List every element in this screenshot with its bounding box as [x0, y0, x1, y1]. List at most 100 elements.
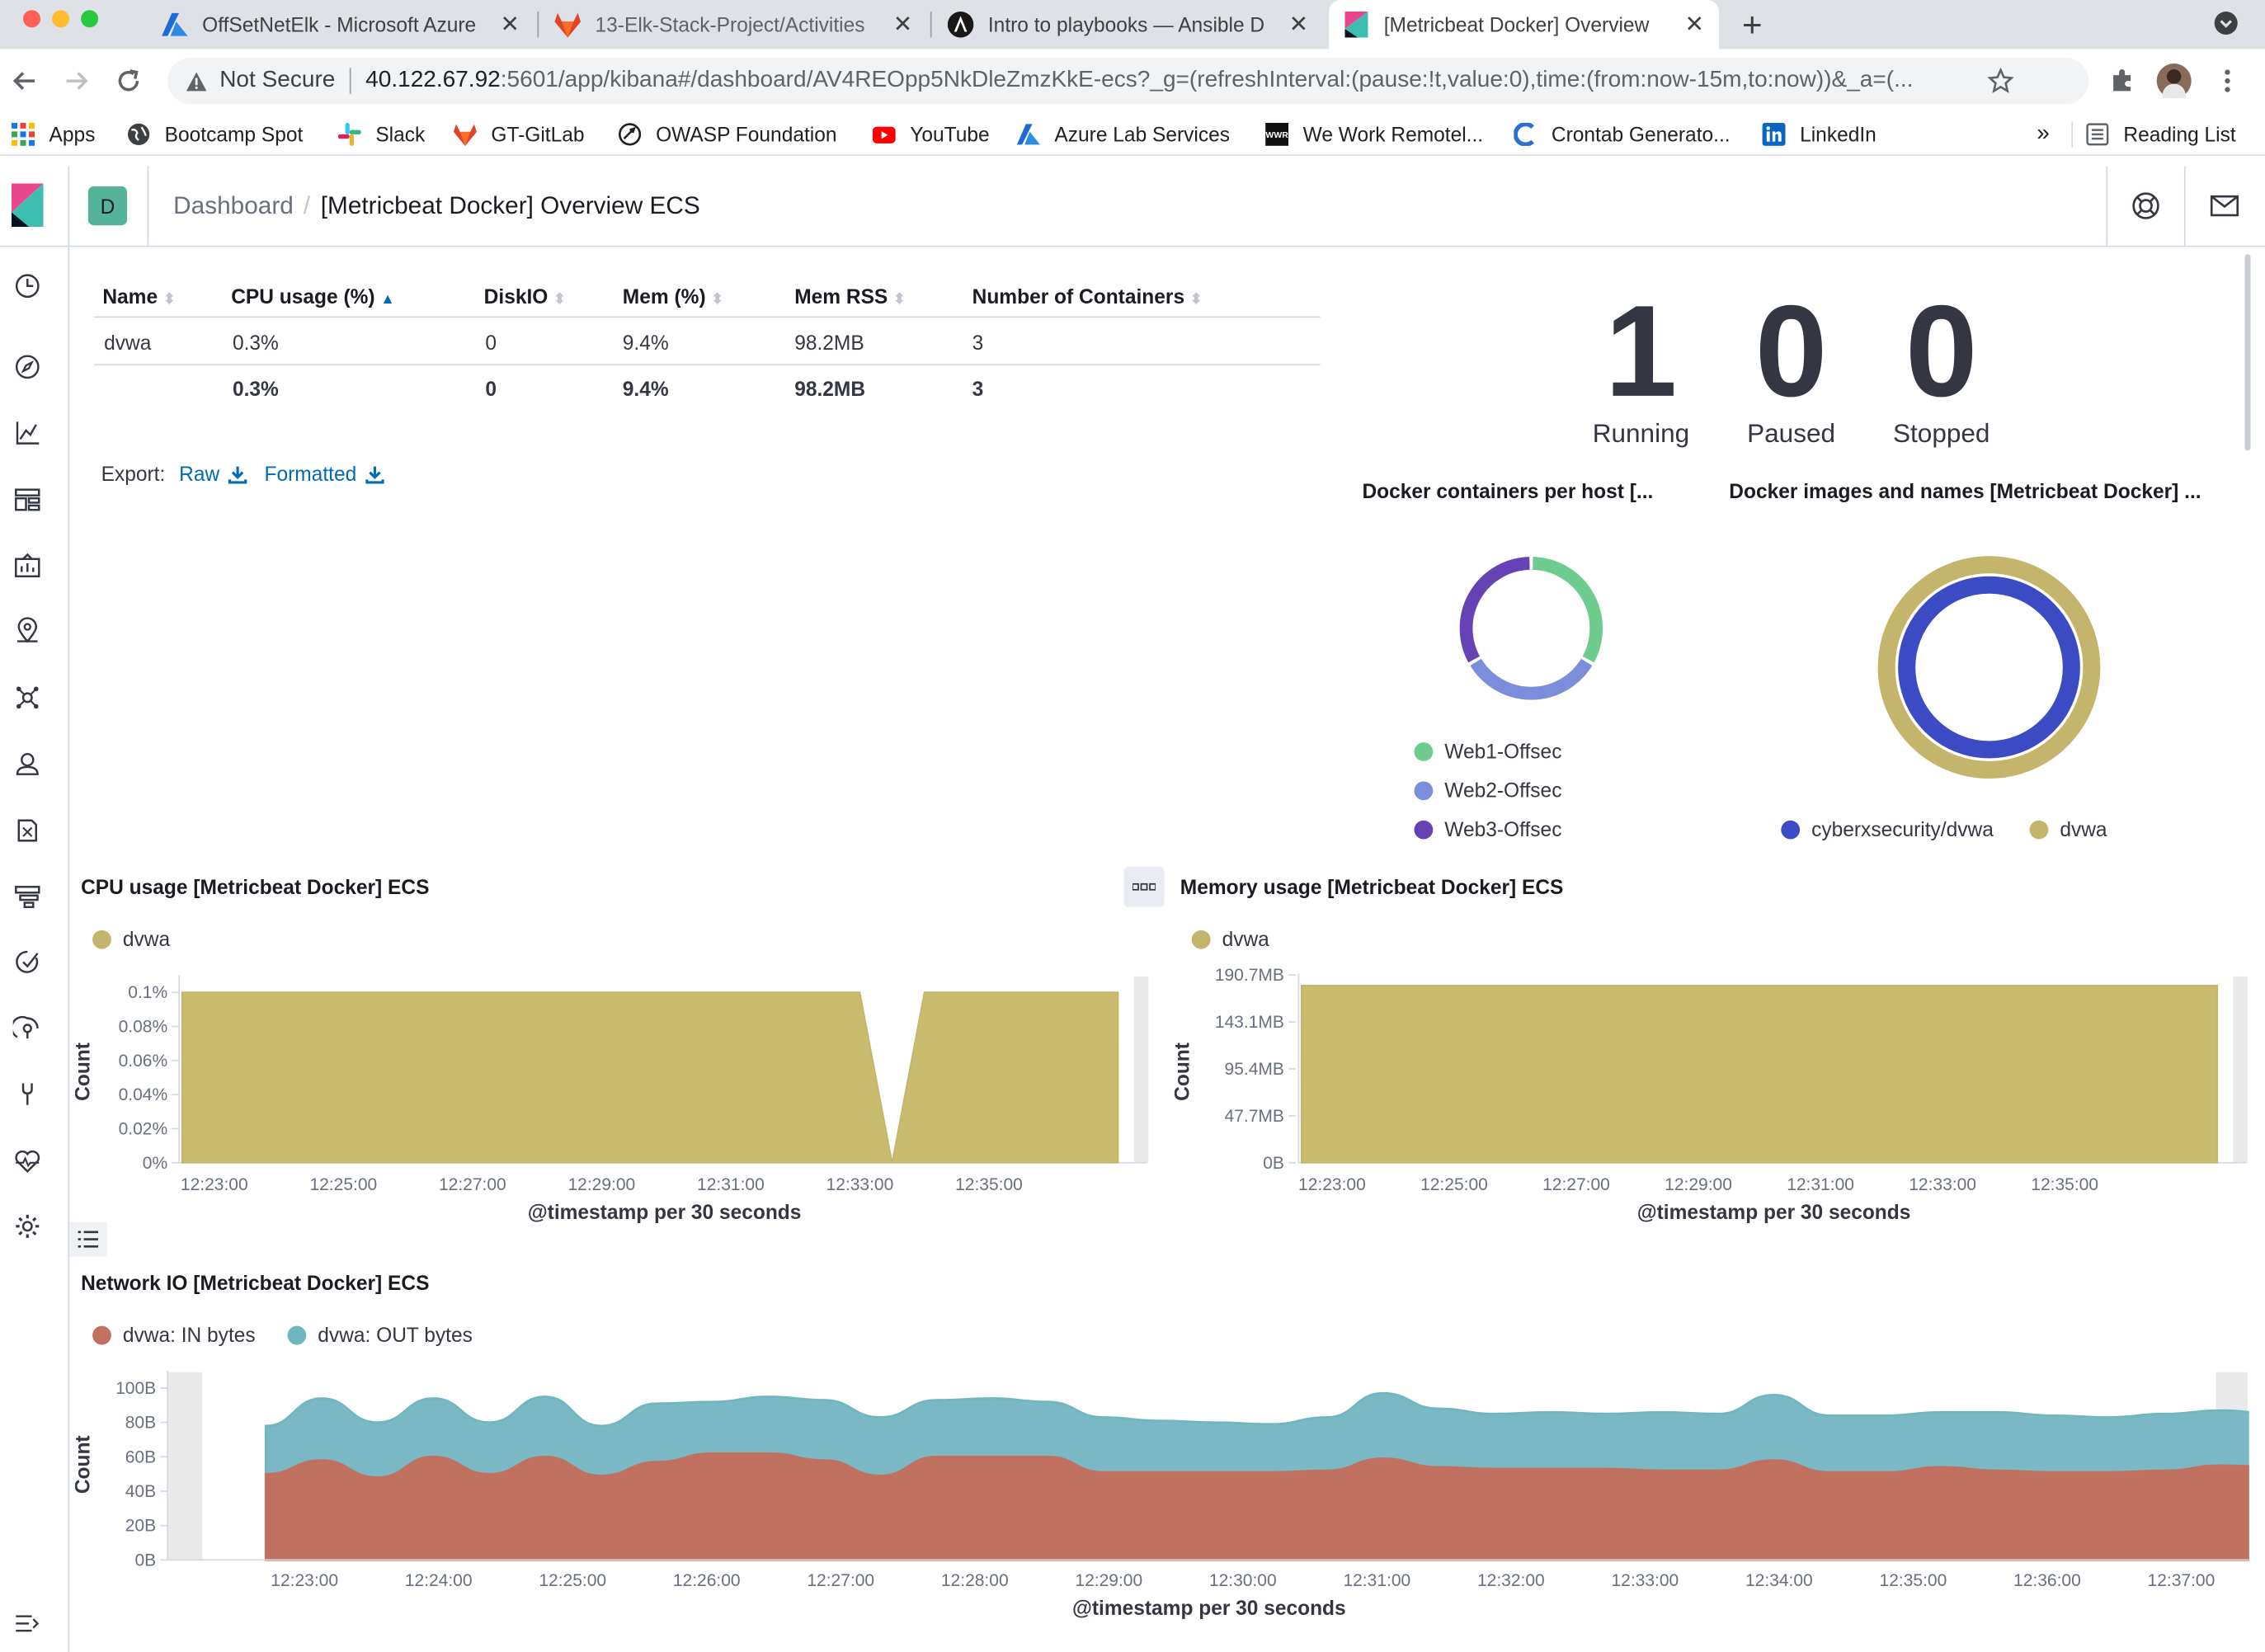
- images-and-names-title: Docker images and names [Metricbeat Dock…: [1729, 479, 2201, 503]
- export-formatted-link[interactable]: Formatted: [264, 462, 384, 485]
- page-scrollbar[interactable]: [2244, 254, 2251, 451]
- column-header-cpu[interactable]: CPU usage (%) ▲: [231, 285, 395, 308]
- back-arrow-icon[interactable]: [12, 68, 38, 94]
- kibana-logo[interactable]: [12, 183, 44, 227]
- legend-item[interactable]: cyberxsecurity/dvwa: [1781, 817, 1994, 840]
- recently-viewed-clock-icon[interactable]: [13, 271, 42, 300]
- memory-usage-chart[interactable]: 0B 47.7MB 95.4MB 143.1MB 190.7MB 12:23:00 12:…: [1175, 956, 2261, 1236]
- dev-tools-wrench-icon[interactable]: [13, 1080, 42, 1109]
- close-tab-icon[interactable]: ✕: [497, 10, 523, 39]
- security-label[interactable]: Not Secure: [219, 68, 335, 94]
- containers-per-host-donut[interactable]: [1452, 548, 1611, 708]
- browser-toolbar: Not Secure 40.122.67.92 :5601/app/kibana…: [0, 49, 2265, 113]
- management-gear-icon[interactable]: [13, 1212, 42, 1240]
- bookmark-label: Crontab Generato...: [1551, 122, 1731, 146]
- bookmark-apps[interactable]: Apps: [12, 113, 95, 157]
- legend-item[interactable]: dvwa: [2029, 817, 2107, 840]
- newsfeed-mail-icon[interactable]: [2210, 195, 2239, 217]
- x-tick-label: 12:35:00: [1880, 1571, 1947, 1590]
- bookmark-linkedin[interactable]: LinkedIn: [1762, 113, 1877, 157]
- column-header-diskio[interactable]: DiskIO ⬍: [484, 285, 566, 308]
- bookmark-owasp[interactable]: OWASP Foundation: [618, 113, 837, 157]
- bookmark-slack[interactable]: Slack: [337, 113, 425, 157]
- close-tab-icon[interactable]: ✕: [1681, 10, 1707, 39]
- cell-containers: 3: [972, 331, 984, 355]
- cpu-usage-chart[interactable]: 0% 0.02% 0.04% 0.06% 0.08% 0.1% 12:23:00 12:25…: [75, 967, 1161, 1236]
- star-icon[interactable]: [1988, 68, 2015, 94]
- total-mem-pct: 9.4%: [622, 377, 669, 401]
- y-tick-label: 0B: [1263, 1154, 1284, 1173]
- apm-icon[interactable]: [13, 882, 42, 911]
- images-and-names-donut[interactable]: [1873, 552, 2104, 783]
- new-tab-button[interactable]: +: [1742, 6, 1763, 46]
- column-header-containers[interactable]: Number of Containers ⬍: [972, 285, 1203, 308]
- bookmark-label: Apps: [49, 122, 96, 146]
- tab-search-button[interactable]: [2214, 12, 2238, 35]
- close-tab-icon[interactable]: ✕: [890, 10, 916, 39]
- column-header-name[interactable]: Name ⬍: [102, 285, 175, 308]
- x-tick-label: 12:35:00: [955, 1175, 1023, 1194]
- collapse-nav-icon[interactable]: [13, 1609, 42, 1638]
- bookmark-gt-gitlab[interactable]: GT-GitLab: [453, 113, 585, 157]
- donut-slice-web1-offsec: [1532, 557, 1603, 663]
- column-header-mem-pct[interactable]: Mem (%) ⬍: [623, 285, 723, 308]
- browser-tab[interactable]: Intro to playbooks — Ansible D ✕: [933, 0, 1323, 49]
- forward-arrow-icon[interactable]: [64, 68, 90, 94]
- toggle-panels-button[interactable]: [69, 1221, 107, 1257]
- export-raw-link[interactable]: Raw: [179, 462, 247, 485]
- column-header-mem-rss[interactable]: Mem RSS ⬍: [794, 285, 906, 308]
- canvas-icon[interactable]: [13, 552, 42, 581]
- network-io-chart[interactable]: 0B 20B 40B 60B 80B 100B 12:23:00 12:24:00 12:25…: [75, 1367, 2249, 1624]
- legend-item[interactable]: dvwa: [1191, 927, 1269, 950]
- legend-item[interactable]: dvwa: [92, 927, 170, 950]
- x-tick-label: 12:28:00: [941, 1571, 1009, 1590]
- legend-item[interactable]: Web1-Offsec: [1414, 740, 1561, 763]
- legend-item[interactable]: dvwa: IN bytes: [92, 1323, 256, 1346]
- cell-name: dvwa: [104, 331, 152, 355]
- maximize-window-button[interactable]: [81, 10, 99, 28]
- cpu-usage-title: CPU usage [Metricbeat Docker] ECS: [81, 875, 430, 899]
- brush-handle: [1133, 976, 1149, 1163]
- bookmarks-overflow-button[interactable]: »: [2037, 113, 2050, 157]
- address-bar[interactable]: Not Secure 40.122.67.92 :5601/app/kibana…: [167, 58, 2089, 105]
- help-lifebuoy-icon[interactable]: [2132, 192, 2159, 219]
- bookmark-crontab-generator[interactable]: Crontab Generato...: [1514, 113, 1731, 157]
- x-tick-label: 12:33:00: [1611, 1571, 1679, 1590]
- machine-learning-icon[interactable]: [13, 683, 42, 712]
- breadcrumb-dashboard[interactable]: Dashboard: [173, 192, 294, 221]
- discover-compass-icon[interactable]: [13, 352, 42, 381]
- legend-item[interactable]: Web3-Offsec: [1414, 817, 1561, 840]
- bookmark-label: GT-GitLab: [491, 122, 585, 146]
- stack-monitoring-heart-icon[interactable]: [13, 1147, 42, 1176]
- siem-icon[interactable]: [12, 1014, 42, 1043]
- uptime-icon[interactable]: [13, 948, 42, 977]
- infrastructure-icon[interactable]: [13, 750, 42, 779]
- bookmark-youtube[interactable]: YouTube: [872, 113, 990, 157]
- browser-tab[interactable]: OffSetNetElk - Microsoft Azure ✕: [148, 0, 534, 49]
- profile-avatar[interactable]: [2156, 64, 2192, 99]
- kibana-icon: [1344, 12, 1370, 38]
- browser-tab[interactable]: 13-Elk-Stack-Project/Activities ✕: [540, 0, 927, 49]
- x-tick-label: 12:34:00: [1745, 1571, 1813, 1590]
- panel-options-button[interactable]: [1123, 866, 1165, 907]
- browser-tab-active[interactable]: [Metricbeat Docker] Overview ✕: [1329, 0, 1720, 49]
- close-window-button[interactable]: [23, 10, 41, 28]
- dashboard-icon[interactable]: [13, 485, 42, 514]
- visualize-chart-icon[interactable]: [13, 419, 42, 448]
- logs-icon[interactable]: [13, 816, 42, 845]
- extensions-puzzle-icon[interactable]: [2109, 68, 2136, 94]
- bookmark-bootcamp-spot[interactable]: Bootcamp Spot: [127, 113, 303, 157]
- legend-item[interactable]: dvwa: OUT bytes: [287, 1323, 473, 1346]
- azure-icon: [1016, 123, 1040, 146]
- legend-item[interactable]: Web2-Offsec: [1414, 779, 1561, 802]
- bookmark-azure-lab-services[interactable]: Azure Lab Services: [1016, 113, 1230, 157]
- minimize-window-button[interactable]: [52, 10, 70, 28]
- close-tab-icon[interactable]: ✕: [1286, 10, 1312, 39]
- kebab-menu-icon[interactable]: [2219, 68, 2236, 94]
- maps-pin-icon[interactable]: [13, 617, 42, 646]
- cell-mem-pct: 9.4%: [622, 331, 669, 355]
- space-avatar[interactable]: D: [87, 186, 128, 226]
- bookmark-we-work-remotely[interactable]: WWR We Work Remotel...: [1265, 113, 1483, 157]
- reload-icon[interactable]: [115, 68, 142, 94]
- reading-list-button[interactable]: Reading List: [2086, 113, 2236, 157]
